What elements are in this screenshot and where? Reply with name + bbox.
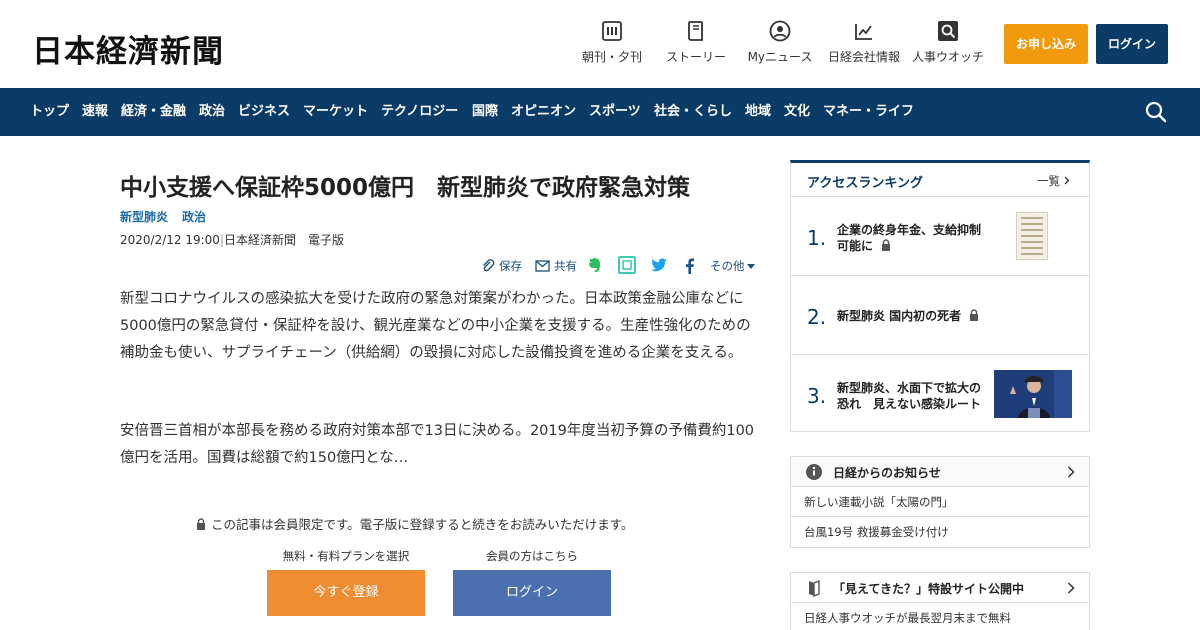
nav-item-technology[interactable]: テクノロジー [381,88,458,136]
promo-box: 「見えてきた？」特設サイト公開中 日経人事ウオッチが最長翌月末まで無料 [790,572,1090,630]
notices-header[interactable]: 日経からのお知らせ [791,457,1089,487]
ranking-item-3[interactable]: 3. 新型肺炎、水面下で拡大の 恐れ 見えない感染ルート [791,356,1089,434]
nav-item-money[interactable]: マネー・ライフ [823,88,914,136]
article-title: 中小支援へ保証枠5000億円 新型肺炎で政府緊急対策 [120,175,691,201]
note-icon[interactable] [617,255,637,275]
facebook-icon[interactable] [680,255,700,275]
save-button[interactable]: 保存 [481,256,522,276]
article-datetime: 2020/2/12 19:00 [120,233,220,247]
lock-icon [882,239,891,251]
rank-number: 3. [807,384,827,408]
chart-icon [855,24,872,40]
paywall-login-button[interactable]: ログイン [453,570,611,616]
nav-item-top[interactable]: トップ [30,88,69,136]
lock-icon [197,517,205,530]
chevron-right-icon [1064,176,1070,185]
nav-item-market[interactable]: マーケット [303,88,368,136]
promo-header[interactable]: 「見えてきた？」特設サイト公開中 [791,573,1089,603]
paperclip-icon [483,259,495,272]
main-nav: トップ 速報 経済・金融 政治 ビジネス マーケット テクノロジー 国際 オピニ… [0,88,1200,136]
nav-item-economy[interactable]: 経済・金融 [121,88,186,136]
notices-title: 日経からのお知らせ [833,466,941,480]
mail-icon [535,260,550,272]
utility-paper[interactable]: 朝刊・夕刊 [580,20,644,72]
promo-title: 「見えてきた？」特設サイト公開中 [833,582,1025,596]
header-login-button[interactable]: ログイン [1096,24,1168,64]
notice-item[interactable]: 台風19号 救援募金受け付け [791,517,1089,547]
access-ranking: アクセスランキング 一覧 1. 企業の終身年金、支給抑制 可能に 2. 新型肺炎… [790,160,1090,432]
article-thumbnail [1016,212,1048,260]
utility-story[interactable]: ストーリー [664,20,728,72]
nav-item-culture[interactable]: 文化 [784,88,810,136]
nav-item-politics[interactable]: 政治 [199,88,225,136]
topic-tag-politics[interactable]: 政治 [182,208,206,225]
register-button[interactable]: 今すぐ登録 [267,570,425,616]
user-icon [769,20,791,42]
nav-item-sports[interactable]: スポーツ [589,88,641,136]
rank-number: 2. [807,305,827,329]
nav-item-business[interactable]: ビジネス [238,88,290,136]
ranking-item-1[interactable]: 1. 企業の終身年金、支給抑制 可能に [791,198,1089,276]
caret-down-icon [746,263,755,269]
utility-company[interactable]: 日経会社情報 [826,20,902,72]
site-header: 日本経濟新聞 朝刊・夕刊 ストーリー Myニュース 日経会社情報 人事ウオッチ … [0,0,1200,88]
register-caption: 無料・有料プランを選択 [282,549,410,563]
site-logo[interactable]: 日本経濟新聞 [32,26,224,71]
nikkei-notices: 日経からのお知らせ 新しい連載小説「太陽の門」 台風19号 救援募金受け付け [790,456,1090,548]
nav-item-sokuho[interactable]: 速報 [82,88,108,136]
notice-item[interactable]: 新しい連載小説「太陽の門」 [791,487,1089,517]
promo-item[interactable]: 日経人事ウオッチが最長翌月末まで無料 [791,603,1089,630]
nav-item-international[interactable]: 国際 [472,88,498,136]
nav-item-society[interactable]: 社会・くらし [654,88,732,136]
rank-headline: 企業の終身年金、支給抑制 可能に [837,223,982,253]
ranking-header: アクセスランキング 一覧 [791,163,1089,197]
more-share-dropdown[interactable]: その他 [710,256,755,276]
utility-jinji[interactable]: 人事ウオッチ [910,20,986,72]
book-icon [688,21,703,41]
newspaper-icon [602,21,622,41]
share-button[interactable]: 共有 [535,256,577,276]
book-half-icon [809,579,820,597]
twitter-icon[interactable] [649,255,669,275]
info-icon [806,464,822,480]
article-meta: 2020/2/12 19:00|日本経済新聞 電子版 [120,231,344,248]
lock-icon [970,309,979,321]
evernote-icon[interactable] [585,255,605,275]
rank-headline: 新型肺炎 国内初の死者 [837,308,979,324]
nav-item-opinion[interactable]: オピニオン [511,88,576,136]
article-paragraph-2: 安倍晋三首相が本部長を務める政府対策本部で13日に決める。2019年度当初予算の… [120,423,755,466]
search-icon[interactable] [1144,100,1168,124]
rank-headline: 新型肺炎、水面下で拡大の 恐れ 見えない感染ルート [837,381,982,411]
apply-button[interactable]: お申し込み [1004,24,1088,64]
rank-number: 1. [807,226,827,250]
chevron-right-icon [1067,582,1075,594]
ranking-title: アクセスランキング [807,176,923,191]
utility-mynews[interactable]: Myニュース [745,20,815,72]
paywall-message: この記事は会員限定です。電子版に登録すると続きをお読みいただけます。 [196,514,634,533]
ranking-more-link[interactable]: 一覧 [1037,173,1070,189]
nav-item-region[interactable]: 地域 [745,88,771,136]
login-caption: 会員の方はこちら [486,549,578,563]
article-paragraph-1: 新型コロナウイルスの感染拡大を受けた政府の緊急対策案がわかった。日本政策金融公庫… [120,291,751,361]
ranking-item-2[interactable]: 2. 新型肺炎 国内初の死者 [791,277,1089,355]
search-icon [938,21,958,41]
chevron-right-icon [1067,466,1075,478]
press-conference-photo [994,370,1072,418]
topic-tag-coronavirus[interactable]: 新型肺炎 [120,208,168,225]
article-source: 日本経済新聞 電子版 [223,233,344,247]
